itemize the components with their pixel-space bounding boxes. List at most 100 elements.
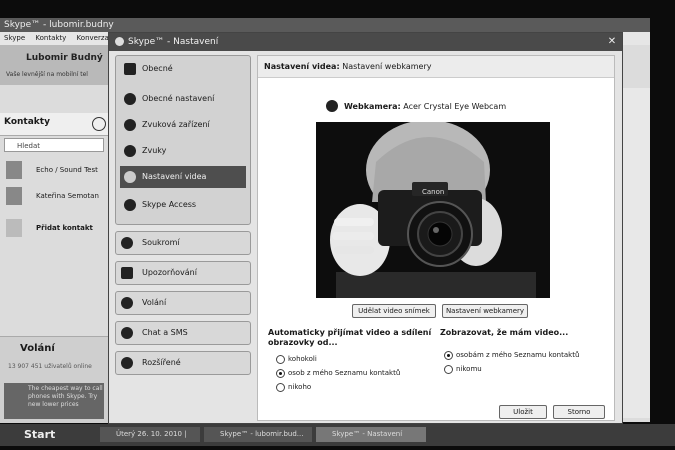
contact-list-item[interactable]: Echo / Sound Test	[4, 158, 108, 182]
webcam-icon	[124, 171, 136, 183]
nav-notifications[interactable]: Upozorňování	[115, 261, 251, 285]
webcam-device-name: Acer Crystal Eye Webcam	[403, 102, 507, 111]
add-contact-icon	[6, 219, 22, 237]
mood-message[interactable]: Vaše levnější na mobilní tel	[6, 71, 88, 78]
taskbar-item-date[interactable]: Úterý 26. 10. 2010 |	[100, 427, 200, 442]
taskbar-item-skype-main[interactable]: Skype™ - lubomir.bud...	[204, 427, 312, 442]
nav-item-label: Skype Access	[142, 200, 197, 209]
radio-label: nikomu	[456, 365, 482, 373]
skype-general-icon	[124, 63, 136, 75]
tab-contacts[interactable]: Kontakty	[4, 117, 50, 127]
settings-dialog: Skype™ - Nastavení ✕ Obecné Obecné nasta…	[108, 32, 623, 424]
dialog-title: Skype™ - Nastavení	[128, 37, 219, 47]
webcam-settings-button[interactable]: Nastavení webkamery	[442, 304, 528, 318]
nav-advanced-label: Rozšířené	[142, 358, 181, 367]
profile-panel[interactable]: Lubomir Budný Vaše levnější na mobilní t…	[0, 45, 108, 85]
add-contact-label: Přidat kontakt	[36, 224, 93, 232]
radio-label: osobám z mého Seznamu kontaktů	[456, 351, 580, 359]
radio-show-nobody[interactable]: nikomu	[444, 364, 482, 374]
radio-label: osob z mého Seznamu kontaktů	[288, 369, 401, 377]
nav-sounds[interactable]: Zvuky	[120, 140, 246, 162]
nav-calls-label: Volání	[142, 298, 167, 307]
radio-button[interactable]	[444, 365, 453, 374]
add-contact-button[interactable]: Přidat kontakt	[4, 216, 108, 240]
taskbar-item-skype-settings[interactable]: Skype™ - Nastavení	[316, 427, 426, 442]
nav-general-header[interactable]: Obecné	[120, 58, 246, 80]
webcam-preview: Canon	[316, 122, 550, 298]
nav-general-label: Obecné	[142, 64, 173, 73]
phone-icon	[121, 297, 133, 309]
calls-panel: Volání 13 907 451 uživatelů online The c…	[0, 336, 108, 423]
flag-icon	[121, 267, 133, 279]
nav-audio-devices[interactable]: Zvuková zařízení	[120, 114, 246, 136]
contact-name: Echo / Sound Test	[36, 166, 98, 174]
take-snapshot-button[interactable]: Udělat video snímek	[352, 304, 436, 318]
show-video-title: Zobrazovat, že mám video...	[440, 328, 569, 337]
webcam-label: Webkamera:	[344, 102, 401, 111]
close-icon[interactable]: ✕	[606, 36, 618, 48]
dialog-title-bar: Skype™ - Nastavení	[109, 33, 622, 51]
radio-button[interactable]	[276, 383, 285, 392]
webcam-icon	[326, 100, 338, 112]
nav-item-label: Zvuková zařízení	[142, 120, 210, 129]
online-users-count: 13 907 451 uživatelů online	[8, 363, 92, 370]
nav-notifications-label: Upozorňování	[142, 268, 197, 277]
contacts-search-input[interactable]: Hledat	[4, 138, 104, 152]
nav-video-settings[interactable]: Nastavení videa	[120, 166, 246, 188]
webcam-device-label: Webkamera: Acer Crystal Eye Webcam	[344, 102, 506, 111]
radio-show-contacts[interactable]: osobám z mého Seznamu kontaktů	[444, 350, 579, 360]
headset-icon	[124, 119, 136, 131]
skype-access-icon	[124, 199, 136, 211]
nav-item-label: Zvuky	[142, 146, 167, 155]
windows-taskbar: Start Úterý 26. 10. 2010 | Skype™ - lubo…	[0, 424, 675, 446]
radio-label: nikoho	[288, 383, 312, 391]
menu-contacts[interactable]: Kontakty	[35, 34, 66, 42]
radio-button-selected[interactable]	[276, 369, 285, 378]
radio-button-selected[interactable]	[444, 351, 453, 360]
chat-icon	[121, 327, 133, 339]
nav-privacy[interactable]: Soukromí	[115, 231, 251, 255]
contact-name: Kateřina Semotan	[36, 192, 99, 200]
webcam-preview-image: Canon	[316, 122, 550, 298]
nav-general-settings[interactable]: Obecné nastavení	[120, 88, 246, 110]
nav-advanced[interactable]: Rozšířené	[115, 351, 251, 375]
nav-calls[interactable]: Volání	[115, 291, 251, 315]
skype-ad-banner[interactable]: The cheapest way to call phones with Sky…	[4, 383, 104, 419]
radio-label: kohokoli	[288, 355, 317, 363]
speaker-icon	[124, 145, 136, 157]
radio-contacts-only[interactable]: osob z mého Seznamu kontaktů	[276, 368, 400, 378]
contact-list-item[interactable]: Kateřina Semotan	[4, 184, 108, 208]
settings-nav: Obecné Obecné nastavení Zvuková zařízení…	[115, 55, 253, 415]
nav-chat-sms[interactable]: Chat a SMS	[115, 321, 251, 345]
radio-anyone[interactable]: kohokoli	[276, 354, 317, 364]
cancel-button[interactable]: Storno	[553, 405, 605, 419]
breadcrumb: Nastavení videa: Nastavení webkamery	[258, 56, 614, 78]
privacy-icon	[121, 237, 133, 249]
save-button[interactable]: Uložit	[499, 405, 547, 419]
video-settings-panel: Nastavení videa: Nastavení webkamery Web…	[257, 55, 615, 421]
radio-button[interactable]	[276, 355, 285, 364]
nav-chat-label: Chat a SMS	[142, 328, 188, 337]
contacts-tab-bar: Kontakty	[0, 113, 108, 136]
gear-icon	[121, 357, 133, 369]
nav-item-label: Obecné nastavení	[142, 94, 215, 103]
breadcrumb-page: Nastavení webkamery	[342, 62, 432, 71]
main-right-pane	[620, 88, 650, 418]
profile-name: Lubomir Budný	[26, 53, 103, 63]
breadcrumb-section: Nastavení videa:	[264, 62, 340, 71]
nav-item-label: Nastavení videa	[142, 172, 207, 181]
calls-title[interactable]: Volání	[20, 343, 55, 354]
menu-skype[interactable]: Skype	[4, 34, 25, 42]
nav-skype-access[interactable]: Skype Access	[120, 194, 246, 216]
auto-accept-title: Automaticky přijímat video a sdílení obr…	[268, 328, 432, 347]
contact-avatar	[6, 161, 22, 179]
nav-privacy-label: Soukromí	[142, 238, 180, 247]
start-button[interactable]: Start	[24, 427, 94, 443]
skype-logo-icon	[115, 37, 124, 46]
recent-clock-icon[interactable]	[92, 117, 106, 131]
contact-avatar	[6, 187, 22, 205]
main-window-title: Skype™ - lubomir.budny	[0, 18, 650, 32]
camera-brand-text: Canon	[422, 188, 444, 196]
radio-nobody[interactable]: nikoho	[276, 382, 311, 392]
nav-group-general: Obecné Obecné nastavení Zvuková zařízení…	[115, 55, 251, 225]
